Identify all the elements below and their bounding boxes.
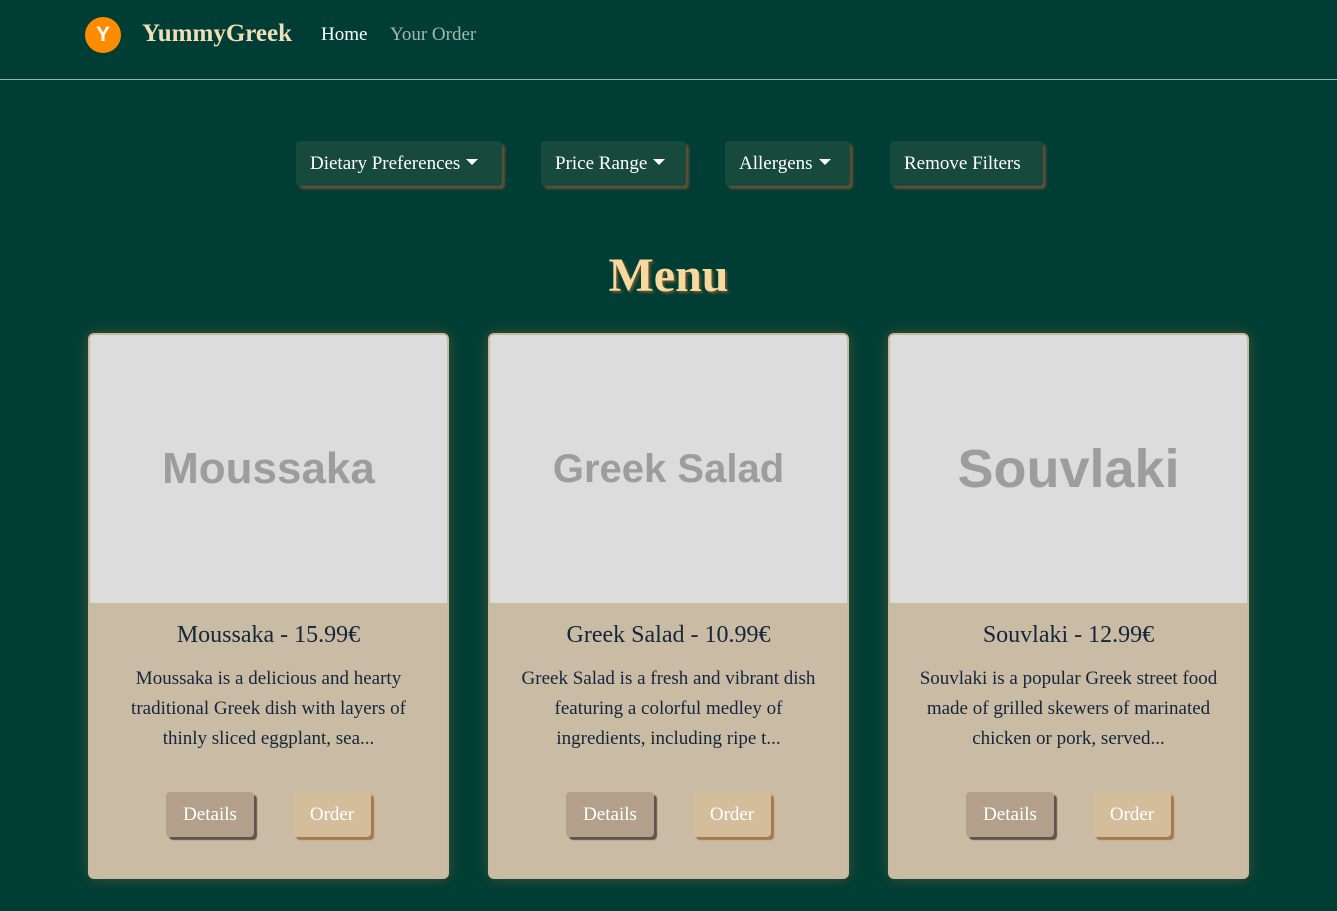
nav-your-order-link[interactable]: Your Order xyxy=(390,24,476,46)
allergens-dropdown[interactable]: Allergens xyxy=(725,141,850,186)
menu-card-greek-salad: Greek Salad Greek Salad - 10.99€ Greek S… xyxy=(488,333,849,879)
dish-description: Greek Salad is a fresh and vibrant dish … xyxy=(521,668,816,749)
remove-filters-label: Remove Filters xyxy=(904,152,1021,174)
dish-title: Moussaka - 15.99€ xyxy=(176,622,361,648)
dish-image-placeholder: Souvlaki xyxy=(890,335,1247,603)
remove-filters-button[interactable]: Remove Filters xyxy=(890,141,1043,186)
dish-image-placeholder: Greek Salad xyxy=(490,335,847,603)
navbar: Y YummyGreek Home Your Order xyxy=(0,0,1337,80)
menu-card-souvlaki: Souvlaki Souvlaki - 12.99€ Souvlaki is a… xyxy=(888,333,1249,879)
dish-image-placeholder: Moussaka xyxy=(90,335,447,603)
dish-description: Moussaka is a delicious and hearty tradi… xyxy=(131,668,406,749)
allergens-label: Allergens xyxy=(739,152,813,174)
order-button[interactable]: Order xyxy=(1093,792,1171,837)
caret-down-icon xyxy=(466,158,479,165)
brand-logo-icon[interactable]: Y xyxy=(85,17,121,53)
dietary-preferences-dropdown[interactable]: Dietary Preferences xyxy=(296,141,502,186)
order-button[interactable]: Order xyxy=(693,792,771,837)
brand-name[interactable]: YummyGreek xyxy=(142,20,292,48)
dish-description: Souvlaki is a popular Greek street food … xyxy=(919,668,1218,749)
caret-down-icon xyxy=(818,158,831,165)
price-range-dropdown[interactable]: Price Range xyxy=(541,141,686,186)
details-button[interactable]: Details xyxy=(966,792,1054,837)
nav-home-link[interactable]: Home xyxy=(321,24,367,46)
dish-title: Greek Salad - 10.99€ xyxy=(566,622,771,648)
menu-card-moussaka: Moussaka Moussaka - 15.99€ Moussaka is a… xyxy=(88,333,449,879)
dish-title: Souvlaki - 12.99€ xyxy=(982,622,1155,648)
order-button[interactable]: Order xyxy=(293,792,371,837)
details-button[interactable]: Details xyxy=(166,792,254,837)
price-range-label: Price Range xyxy=(555,152,648,174)
menu-title: Menu xyxy=(608,249,729,302)
dietary-preferences-label: Dietary Preferences xyxy=(310,152,461,174)
caret-down-icon xyxy=(653,158,666,165)
details-button[interactable]: Details xyxy=(566,792,654,837)
